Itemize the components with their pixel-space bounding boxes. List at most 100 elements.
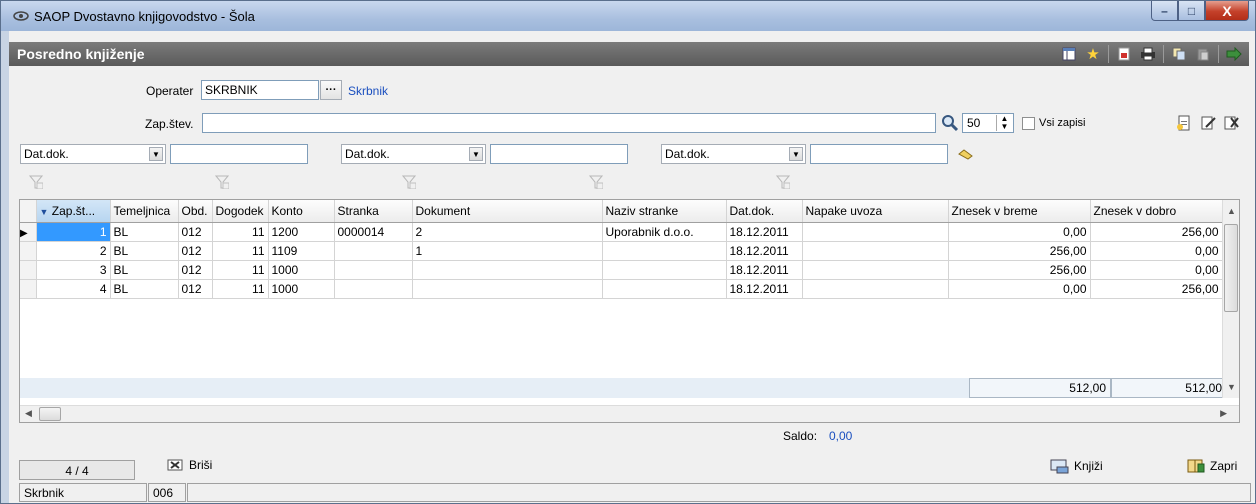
zapstev-input[interactable] [202,113,936,133]
cell-zapst[interactable]: 1 [36,222,111,242]
horizontal-scroll-thumb[interactable] [39,407,61,421]
vsi-zapisi-checkbox[interactable] [1022,117,1035,130]
cell-znesek-dobro[interactable]: 256,00 [1090,222,1223,242]
minimize-button[interactable]: – [1151,1,1178,21]
cell-napake-uvoza[interactable] [802,222,949,242]
filter-field-select-1[interactable]: Dat.dok. ▼ [20,144,166,164]
cell-datdok[interactable]: 18.12.2011 [726,241,803,261]
cell-znesek-breme[interactable]: 256,00 [948,260,1091,280]
columns-icon[interactable] [1060,45,1078,63]
cell-temeljnica[interactable]: BL [110,279,179,299]
filter-value-input-3[interactable] [810,144,948,164]
chevron-down-icon[interactable]: ▼ [149,147,163,161]
col-header-konto[interactable]: Konto [268,200,335,223]
chevron-down-icon[interactable]: ▼ [789,147,803,161]
cell-konto[interactable]: 1000 [268,279,335,299]
cell-znesek-breme[interactable]: 0,00 [948,222,1091,242]
cell-obd[interactable]: 012 [178,279,213,299]
scroll-right-icon[interactable]: ▶ [1220,408,1227,419]
paste-icon[interactable] [1194,45,1212,63]
filter-value-input-1[interactable] [170,144,308,164]
cell-znesek-dobro[interactable]: 0,00 [1090,260,1223,280]
cell-dokument[interactable] [412,279,603,299]
col-header-znesek-breme[interactable]: Znesek v breme [948,200,1091,223]
cell-datdok[interactable]: 18.12.2011 [726,260,803,280]
brisi-button[interactable]: Briši [167,458,212,472]
col-header-obd[interactable]: Obd. [178,200,213,223]
scroll-up-icon[interactable]: ▲ [1227,206,1236,216]
cell-zapst[interactable]: 4 [36,279,111,299]
filter-funnel-icon[interactable] [402,175,416,189]
cell-dogodek[interactable]: 11 [212,222,269,242]
scroll-down-icon[interactable]: ▼ [1227,382,1236,392]
col-header-zapst[interactable]: ▼ Zap.št... [36,200,111,223]
filter-funnel-icon[interactable] [776,175,790,189]
filter-value-input-2[interactable] [490,144,628,164]
pdf-export-icon[interactable] [1115,45,1133,63]
cell-dogodek[interactable]: 11 [212,260,269,280]
cell-obd[interactable]: 012 [178,260,213,280]
cell-dokument[interactable] [412,260,603,280]
cell-naziv-stranke[interactable] [602,279,727,299]
cell-zapst[interactable]: 3 [36,260,111,280]
cell-obd[interactable]: 012 [178,241,213,261]
filter-funnel-icon[interactable] [29,175,43,189]
zapri-button[interactable]: Zapri [1186,458,1237,474]
vertical-scroll-thumb[interactable] [1224,224,1238,312]
clear-filter-icon[interactable] [958,148,974,160]
cell-obd[interactable]: 012 [178,222,213,242]
search-icon[interactable] [941,114,959,132]
operater-name-link[interactable]: Skrbnik [348,84,388,98]
cell-konto[interactable]: 1200 [268,222,335,242]
table-row[interactable]: 4 BL 012 11 1000 18.12.2011 0,00 256,00 [20,279,1223,299]
horizontal-scrollbar[interactable]: ◀ ▶ [20,405,1239,422]
new-document-icon[interactable] [1176,115,1192,131]
cell-napake-uvoza[interactable] [802,279,949,299]
record-count-stepper[interactable]: 50 ▲ ▼ [962,113,1014,133]
chevron-down-icon[interactable]: ▼ [469,147,483,161]
cell-dogodek[interactable]: 11 [212,241,269,261]
col-header-znesek-dobro[interactable]: Znesek v dobro [1090,200,1223,223]
col-header-naziv-stranke[interactable]: Naziv stranke [602,200,727,223]
cell-stranka[interactable]: 0000014 [334,222,413,242]
print-icon[interactable] [1139,45,1157,63]
delete-document-icon[interactable] [1223,115,1239,131]
exit-icon[interactable] [1225,45,1243,63]
knjizi-button[interactable]: Knjiži [1050,458,1103,474]
cell-znesek-breme[interactable]: 0,00 [948,279,1091,299]
cell-stranka[interactable] [334,241,413,261]
cell-znesek-dobro[interactable]: 0,00 [1090,241,1223,261]
cell-naziv-stranke[interactable] [602,241,727,261]
copy-icon[interactable] [1170,45,1188,63]
table-row[interactable]: 2 BL 012 11 1109 1 18.12.2011 256,00 0,0… [20,241,1223,261]
cell-stranka[interactable] [334,279,413,299]
edit-document-icon[interactable] [1200,115,1216,131]
cell-konto[interactable]: 1000 [268,260,335,280]
cell-naziv-stranke[interactable]: Uporabnik d.o.o. [602,222,727,242]
favorite-star-icon[interactable]: ★ [1084,45,1102,63]
filter-funnel-icon[interactable] [215,175,229,189]
table-row[interactable]: 3 BL 012 11 1000 18.12.2011 256,00 0,00 [20,260,1223,280]
col-header-dokument[interactable]: Dokument [412,200,603,223]
cell-dokument[interactable]: 2 [412,222,603,242]
vertical-scrollbar[interactable]: ▲ ▼ [1222,200,1239,398]
operater-input[interactable]: SKRBNIK [201,80,319,100]
cell-dokument[interactable]: 1 [412,241,603,261]
cell-napake-uvoza[interactable] [802,260,949,280]
cell-datdok[interactable]: 18.12.2011 [726,222,803,242]
col-header-dogodek[interactable]: Dogodek [212,200,269,223]
stepper-arrows-icon[interactable]: ▲ ▼ [996,115,1012,131]
cell-zapst[interactable]: 2 [36,241,111,261]
filter-funnel-icon[interactable] [589,175,603,189]
col-header-temeljnica[interactable]: Temeljnica [110,200,179,223]
operater-lookup-button[interactable]: ··· [320,80,342,100]
cell-dogodek[interactable]: 11 [212,279,269,299]
scroll-left-icon[interactable]: ◀ [25,408,32,419]
filter-field-select-2[interactable]: Dat.dok. ▼ [341,144,486,164]
cell-temeljnica[interactable]: BL [110,260,179,280]
cell-konto[interactable]: 1109 [268,241,335,261]
cell-temeljnica[interactable]: BL [110,222,179,242]
maximize-button[interactable]: □ [1178,1,1205,21]
cell-naziv-stranke[interactable] [602,260,727,280]
cell-stranka[interactable] [334,260,413,280]
